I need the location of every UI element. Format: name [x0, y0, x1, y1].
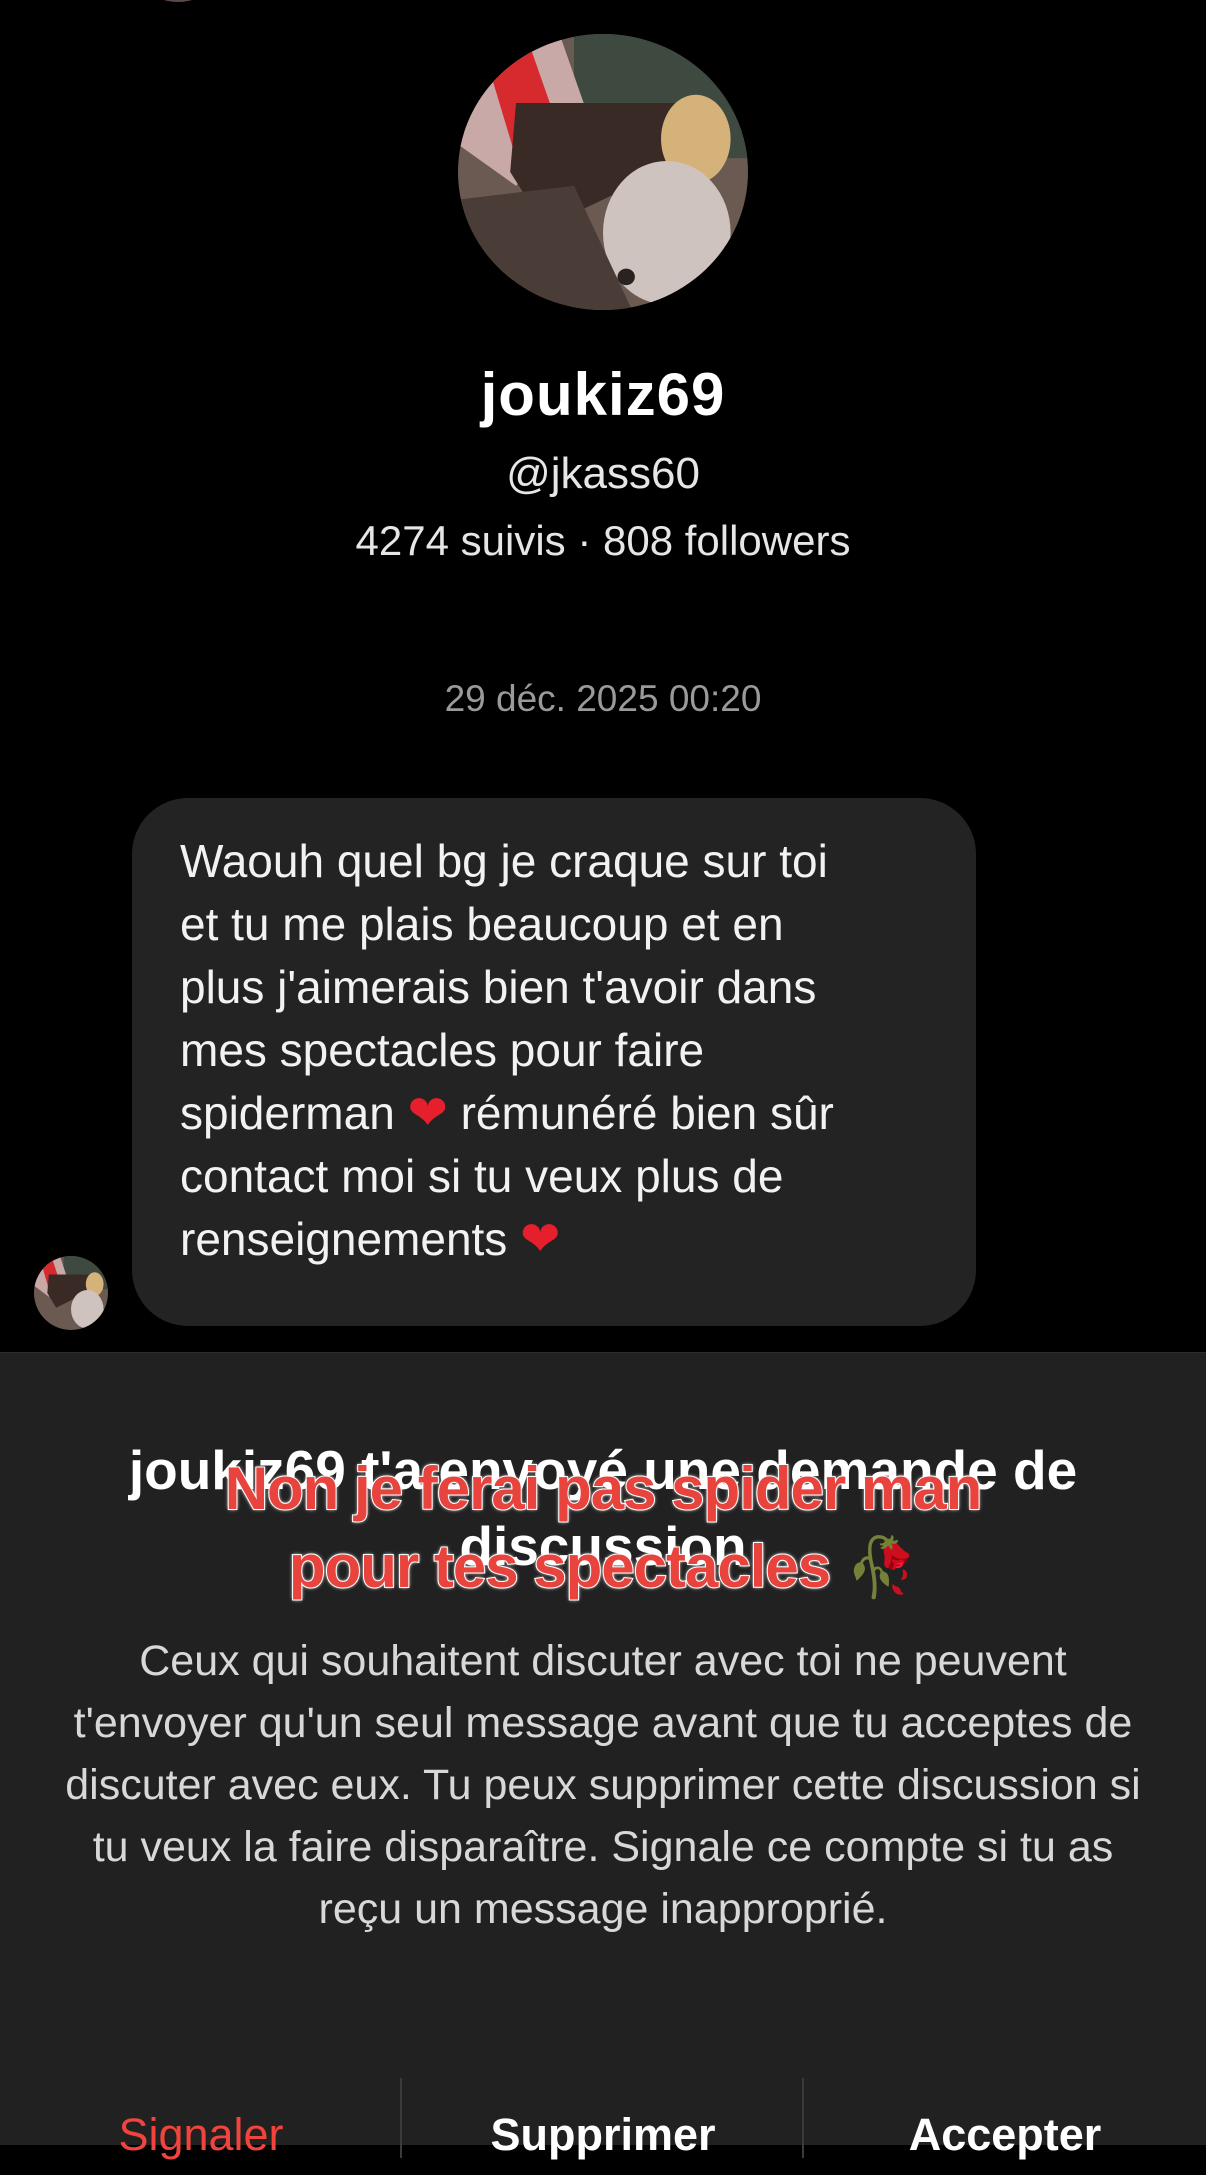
- message-line: Waouh quel bg je craque sur toi: [180, 835, 828, 887]
- message-line: spiderman: [180, 1087, 395, 1139]
- profile-display-name: joukiz69: [480, 361, 726, 428]
- wilted-rose-icon: 🥀: [845, 1533, 918, 1601]
- message-line: plus j'aimerais bien t'avoir dans: [180, 961, 817, 1013]
- message-line: rémunéré bien sûr: [460, 1087, 834, 1139]
- report-button[interactable]: Signaler: [0, 2095, 402, 2175]
- message-line: et tu me plais beaucoup et en: [180, 898, 784, 950]
- request-actions: Signaler Supprimer Accepter: [0, 2095, 1206, 2175]
- heart-icon: ❤: [407, 1085, 448, 1141]
- avatar-photo-icon: [34, 1256, 108, 1330]
- message-line: renseignements: [180, 1213, 508, 1265]
- profile-handle: @jkass60: [506, 449, 700, 498]
- accept-button[interactable]: Accepter: [804, 2095, 1206, 2175]
- profile-avatar[interactable]: [458, 34, 748, 310]
- overlay-caption: Non je ferai pas spider man pour tes spe…: [0, 1450, 1206, 1606]
- message-text: Waouh quel bg je craque sur toi et tu me…: [180, 830, 946, 1271]
- profile-stats: 4274 suivis · 808 followers: [355, 517, 851, 564]
- heart-icon: ❤: [520, 1211, 561, 1267]
- delete-button[interactable]: Supprimer: [402, 2095, 804, 2175]
- sender-avatar[interactable]: [34, 1256, 108, 1330]
- message-bubble[interactable]: Waouh quel bg je craque sur toi et tu me…: [132, 798, 976, 1326]
- message-line: mes spectacles pour faire: [180, 1024, 705, 1076]
- overlay-caption-line: Non je ferai pas spider man: [224, 1454, 984, 1523]
- message-timestamp: 29 déc. 2025 00:20: [444, 678, 762, 719]
- message-line: contact moi si tu veux plus de: [180, 1150, 784, 1202]
- overlay-caption-line: pour tes spectacles: [288, 1532, 832, 1601]
- avatar-photo-icon: [458, 34, 748, 310]
- previous-avatar-fragment: [150, 0, 206, 2]
- request-sheet-body: Ceux qui souhaitent discuter avec toi ne…: [65, 1637, 1141, 1933]
